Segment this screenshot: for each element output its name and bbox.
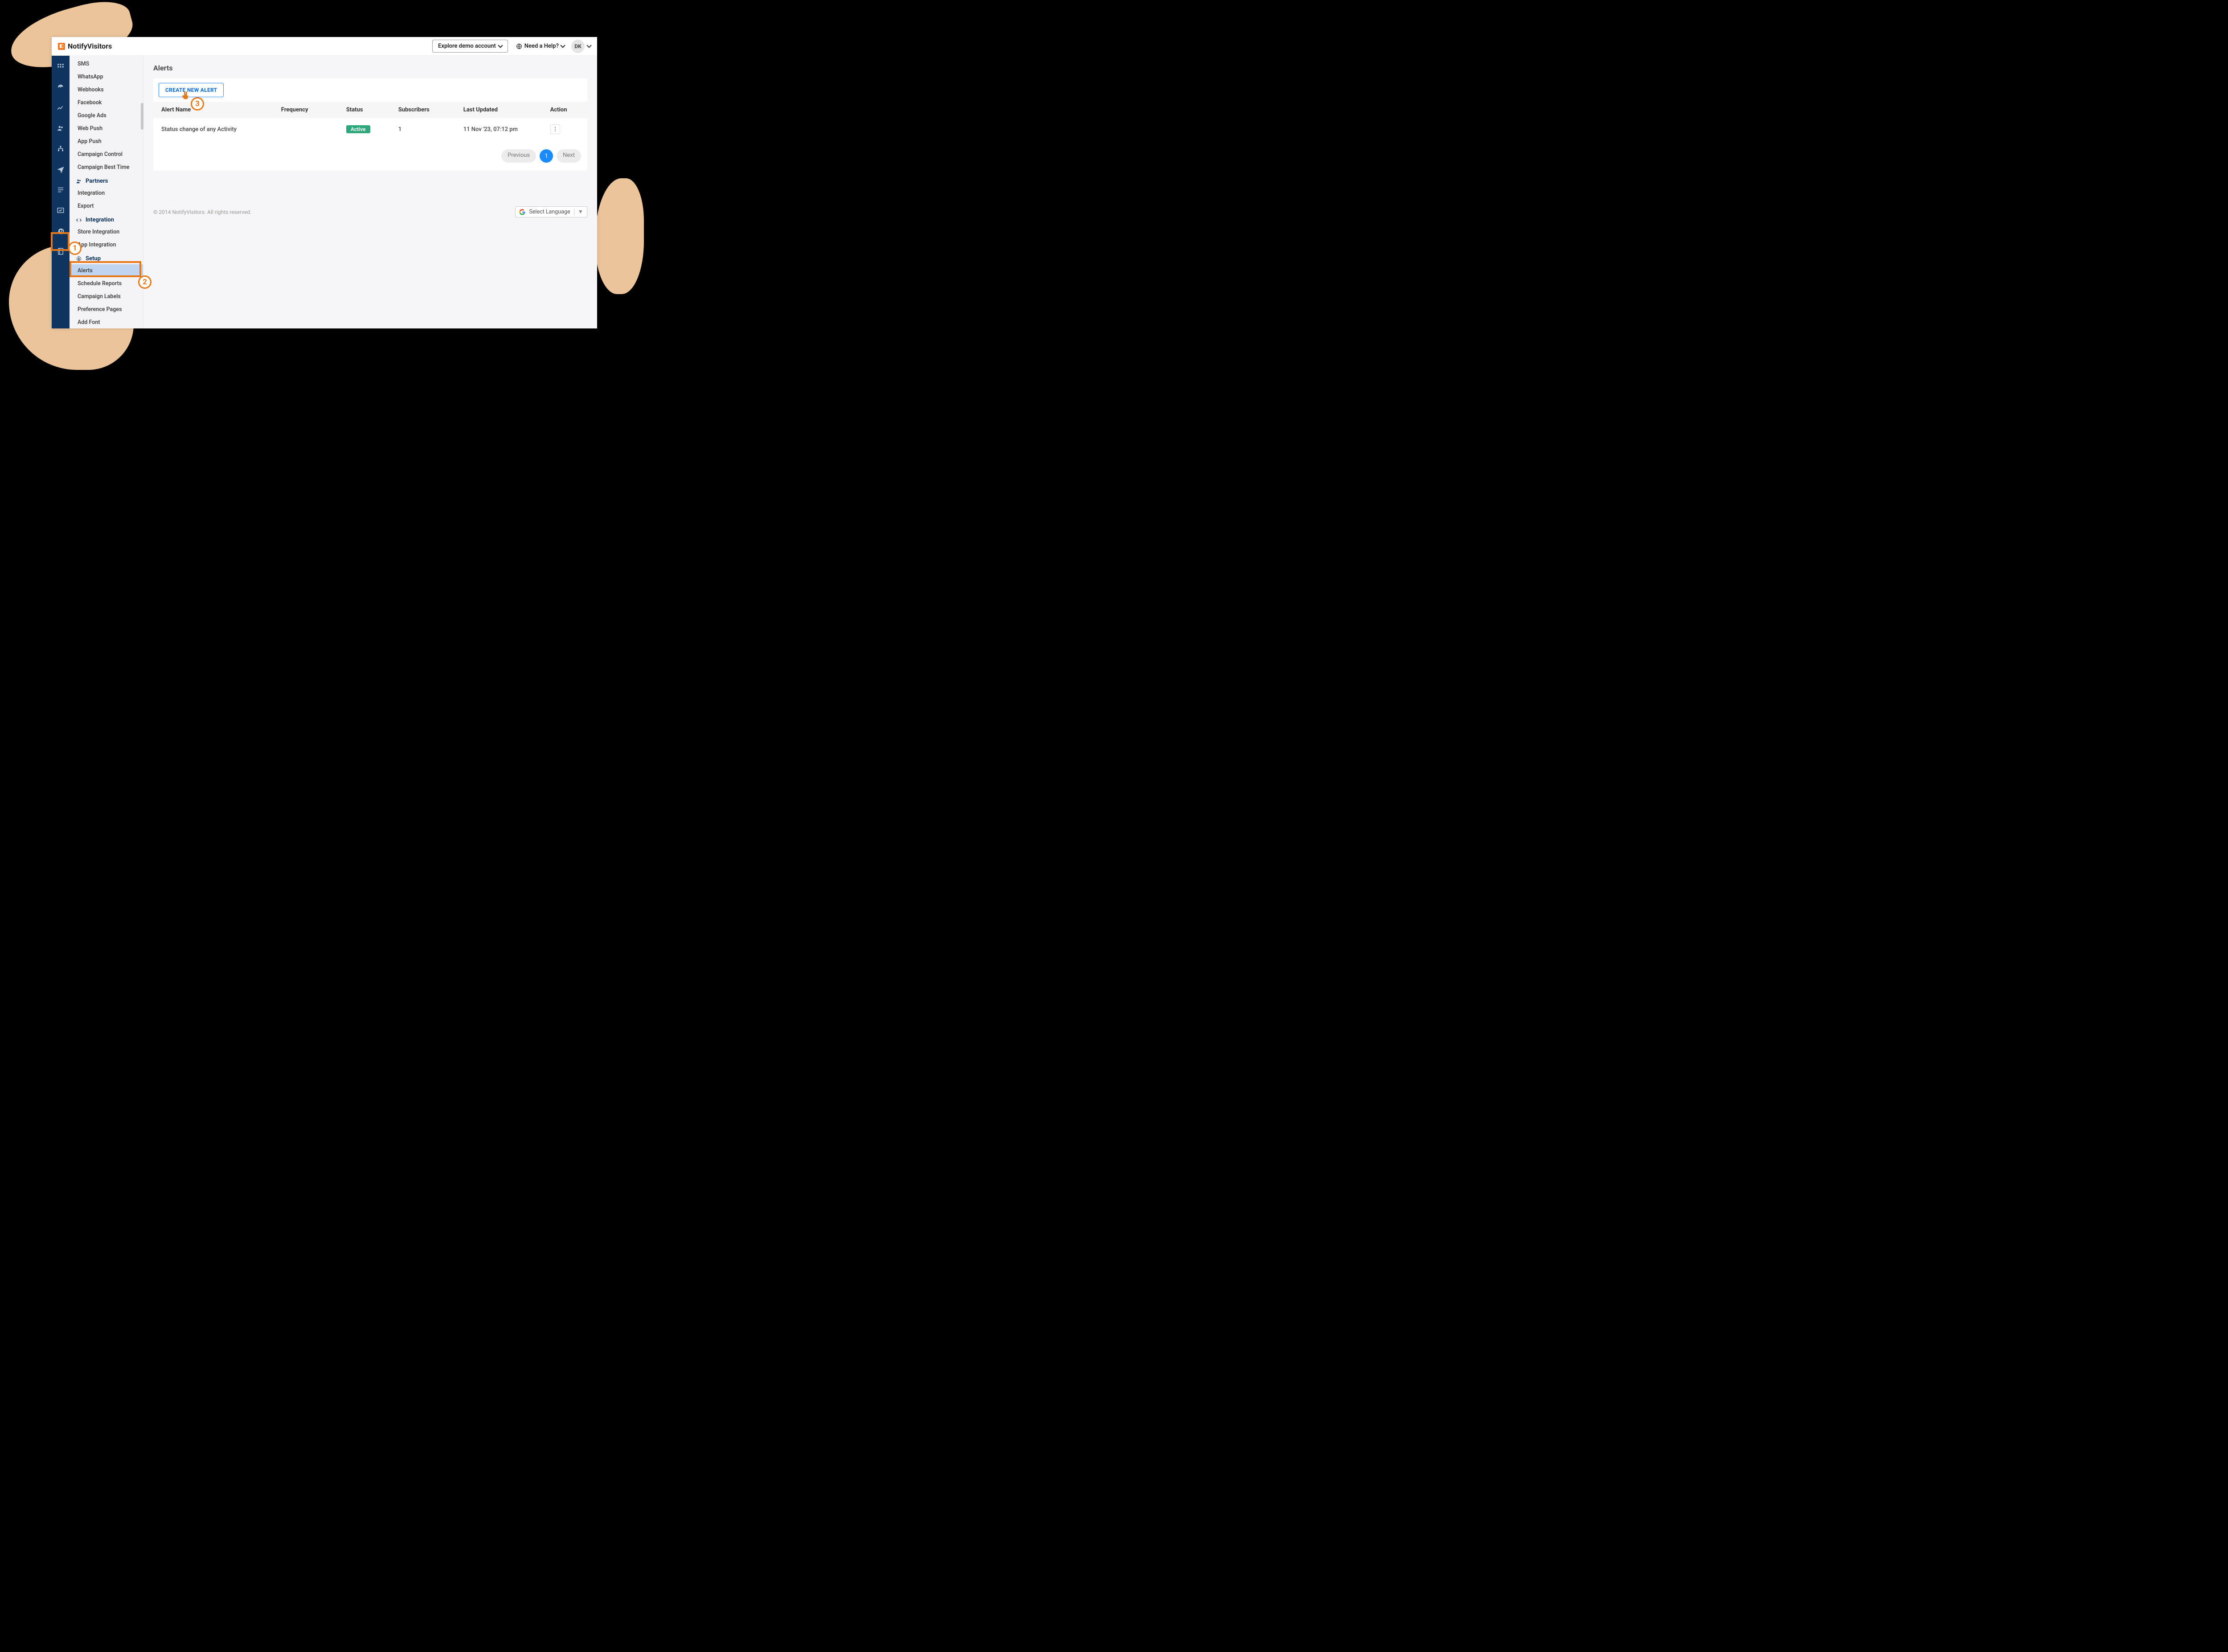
help-link[interactable]: Need a Help? xyxy=(516,43,565,49)
th-status[interactable]: Status xyxy=(340,102,392,118)
pagination-next[interactable]: Next xyxy=(557,149,581,163)
th-alert-name[interactable]: Alert Name xyxy=(153,102,275,118)
alerts-table: Alert Name Frequency Status Subscribers … xyxy=(153,102,587,140)
rail-settings-icon[interactable] xyxy=(57,227,65,235)
alerts-card: CREATE NEW ALERT Alert Name Frequency St… xyxy=(153,78,587,171)
rail-book-icon[interactable] xyxy=(57,247,65,255)
table-row: Status change of any Activity Active 1 1… xyxy=(153,118,587,140)
th-action: Action xyxy=(544,102,587,118)
cell-status: Active xyxy=(340,118,392,140)
nav-section-setup[interactable]: Setup xyxy=(70,251,143,264)
nav-store-integration[interactable]: Store Integration xyxy=(70,225,143,238)
pagination-page-1[interactable]: 1 xyxy=(540,149,553,163)
nav-integration[interactable]: Integration xyxy=(70,187,143,200)
user-avatar[interactable]: DK xyxy=(571,40,585,53)
language-picker[interactable]: Select Language ▼ xyxy=(515,206,587,217)
brand-icon: ◧ xyxy=(58,43,65,50)
explore-demo-button[interactable]: Explore demo account xyxy=(432,40,508,53)
nav-whatsapp[interactable]: WhatsApp xyxy=(70,70,143,83)
top-bar: ◧ NotifyVisitors Explore demo account Ne… xyxy=(52,37,597,56)
nav-campaign-labels[interactable]: Campaign Labels xyxy=(70,290,143,303)
nav-webhooks[interactable]: Webhooks xyxy=(70,83,143,96)
create-new-alert-button[interactable]: CREATE NEW ALERT xyxy=(159,83,224,97)
brand-logo[interactable]: ◧ NotifyVisitors xyxy=(58,42,112,50)
cell-subscribers: 1 xyxy=(392,118,457,140)
google-icon xyxy=(519,209,525,215)
nav-app-push[interactable]: App Push xyxy=(70,135,143,148)
rail-hierarchy-icon[interactable] xyxy=(57,145,65,153)
explore-demo-label: Explore demo account xyxy=(438,43,496,49)
background-decoration xyxy=(595,178,644,294)
nav-section-integration[interactable]: Integration xyxy=(70,213,143,225)
primary-nav-rail xyxy=(52,56,70,328)
secondary-nav: SMS WhatsApp Webhooks Facebook Google Ad… xyxy=(70,56,143,328)
th-frequency[interactable]: Frequency xyxy=(275,102,340,118)
nav-preference-pages[interactable]: Preference Pages xyxy=(70,303,143,316)
chevron-down-icon xyxy=(560,43,565,48)
rail-send-icon[interactable] xyxy=(57,165,65,173)
brand-name: NotifyVisitors xyxy=(68,42,112,50)
main-content: Alerts CREATE NEW ALERT Alert Name Frequ… xyxy=(143,56,597,328)
nav-app-integration[interactable]: App Integration xyxy=(70,238,143,251)
rail-dashboard-icon[interactable] xyxy=(57,83,65,91)
gear-icon xyxy=(76,256,82,262)
pagination-previous[interactable]: Previous xyxy=(501,149,536,163)
pagination: Previous 1 Next xyxy=(153,140,587,171)
cell-last-updated: 11 Nov '23, 07:12 pm xyxy=(457,118,544,140)
cell-alert-name: Status change of any Activity xyxy=(153,118,275,140)
nav-section-partners[interactable]: Partners xyxy=(70,174,143,187)
users-icon xyxy=(76,178,82,184)
chevron-down-icon[interactable] xyxy=(586,43,591,48)
nav-campaign-best-time[interactable]: Campaign Best Time xyxy=(70,161,143,174)
nav-schedule-reports[interactable]: Schedule Reports xyxy=(70,277,143,290)
page-title: Alerts xyxy=(153,64,587,72)
chevron-down-icon xyxy=(498,43,503,48)
help-label: Need a Help? xyxy=(524,43,559,49)
rail-apps-icon[interactable] xyxy=(57,63,65,71)
rail-image-icon[interactable] xyxy=(57,206,65,214)
nav-add-font[interactable]: Add Font xyxy=(70,316,143,328)
globe-icon xyxy=(516,43,522,49)
scrollbar-thumb[interactable] xyxy=(141,103,143,130)
app-window: ◧ NotifyVisitors Explore demo account Ne… xyxy=(52,37,597,328)
nav-sms[interactable]: SMS xyxy=(70,57,143,70)
cell-action xyxy=(544,118,587,140)
footer: © 2014 NotifyVisitors. All rights reserv… xyxy=(153,206,587,217)
nav-web-push[interactable]: Web Push xyxy=(70,122,143,135)
th-subscribers[interactable]: Subscribers xyxy=(392,102,457,118)
row-actions-button[interactable] xyxy=(550,124,560,134)
nav-campaign-control[interactable]: Campaign Control xyxy=(70,148,143,161)
cell-frequency xyxy=(275,118,340,140)
dropdown-arrow-icon: ▼ xyxy=(574,209,583,215)
rail-users-icon[interactable] xyxy=(57,124,65,132)
language-label: Select Language xyxy=(529,209,570,215)
copyright-text: © 2014 NotifyVisitors. All rights reserv… xyxy=(153,209,251,215)
nav-export[interactable]: Export xyxy=(70,200,143,213)
nav-alerts[interactable]: Alerts xyxy=(70,264,143,277)
code-icon xyxy=(76,217,82,223)
th-last-updated[interactable]: Last Updated xyxy=(457,102,544,118)
status-badge: Active xyxy=(346,125,370,133)
nav-facebook[interactable]: Facebook xyxy=(70,96,143,109)
nav-google-ads[interactable]: Google Ads xyxy=(70,109,143,122)
rail-analytics-icon[interactable] xyxy=(57,104,65,112)
kebab-icon xyxy=(555,127,556,131)
rail-list-icon[interactable] xyxy=(57,186,65,194)
